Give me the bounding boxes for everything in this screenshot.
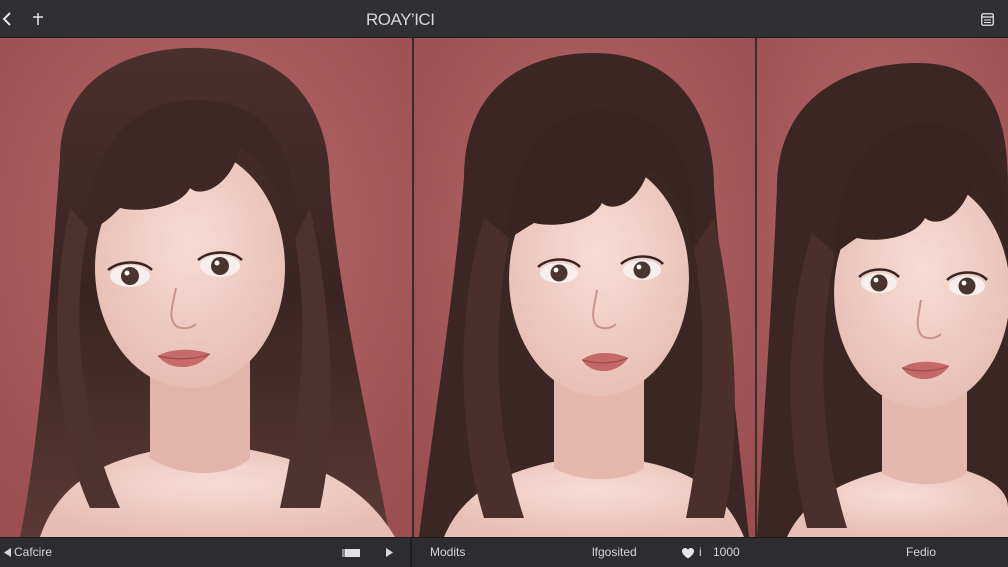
footer-right-label[interactable]: Fedio bbox=[906, 545, 936, 559]
portrait-image bbox=[757, 38, 1008, 537]
footer-middle-value: 1000 bbox=[713, 545, 740, 559]
image-viewer-app: ROAY’ICI Cafcire Modits lfgosited i 1000… bbox=[0, 0, 1008, 567]
footer-middle-suffix: i bbox=[699, 545, 702, 559]
window-title: ROAY’ICI bbox=[366, 10, 435, 29]
chevron-left-icon bbox=[2, 12, 11, 26]
portrait-panel-right[interactable] bbox=[757, 38, 1008, 537]
bottom-toolbar: Cafcire Modits lfgosited i 1000 Fedio bbox=[0, 537, 1008, 567]
panel-menu-button[interactable] bbox=[980, 11, 994, 27]
footer-separator bbox=[410, 538, 412, 567]
triangle-left-icon[interactable] bbox=[4, 548, 12, 557]
portrait-panel-left[interactable] bbox=[0, 38, 412, 537]
portrait-image bbox=[0, 38, 412, 537]
portrait-image bbox=[414, 38, 755, 537]
portrait-panel-middle[interactable] bbox=[414, 38, 755, 537]
plus-icon bbox=[33, 13, 43, 25]
sidebar-panel-icon bbox=[980, 12, 994, 26]
square-toggle-icon[interactable] bbox=[342, 549, 360, 557]
footer-middle-label-b[interactable]: lfgosited bbox=[592, 545, 637, 559]
heart-icon[interactable] bbox=[682, 548, 694, 559]
triangle-right-icon[interactable] bbox=[386, 548, 393, 557]
back-button[interactable] bbox=[0, 9, 14, 29]
add-button[interactable] bbox=[30, 9, 46, 29]
footer-left-label[interactable]: Cafcire bbox=[14, 545, 52, 559]
top-toolbar: ROAY’ICI bbox=[0, 0, 1008, 38]
footer-middle-label-a[interactable]: Modits bbox=[430, 545, 465, 559]
